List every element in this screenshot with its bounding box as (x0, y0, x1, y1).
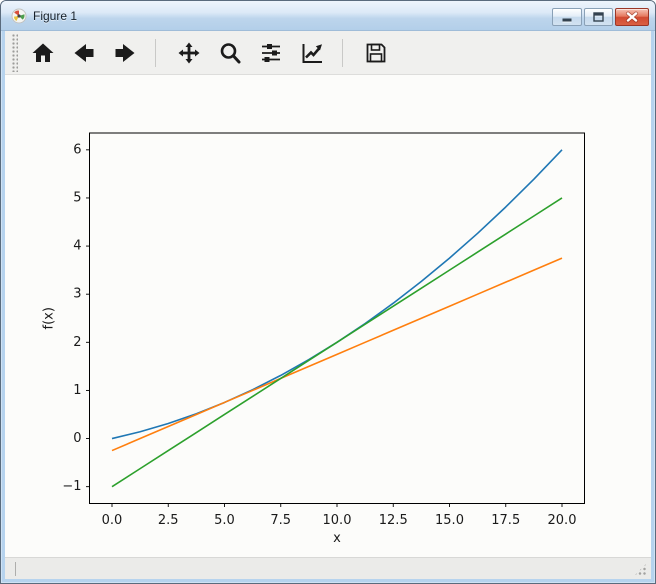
edit-plot-button[interactable] (293, 34, 331, 72)
x-tick-label: 5.0 (214, 513, 235, 528)
title-bar[interactable]: Figure 1 (1, 1, 655, 31)
x-tick-label: 12.5 (379, 513, 408, 528)
window-title: Figure 1 (33, 9, 77, 23)
x-tick-label: 10.0 (323, 513, 352, 528)
status-bar (5, 557, 651, 579)
zoom-button[interactable] (211, 34, 249, 72)
resize-grip-icon[interactable] (634, 563, 647, 576)
navigation-toolbar (5, 31, 651, 75)
sliders-icon (259, 41, 283, 65)
figure-window: Figure 1 (0, 0, 656, 584)
toolbar-separator (342, 39, 343, 67)
save-button[interactable] (357, 34, 395, 72)
status-separator (15, 562, 16, 576)
series-orange-line (112, 258, 562, 450)
pan-move-icon (177, 41, 201, 65)
y-tick-label: 2 (73, 335, 81, 350)
y-tick-label: 6 (73, 142, 81, 157)
maximize-icon (585, 9, 612, 25)
y-tick-label: 1 (73, 383, 81, 398)
x-tick-label: 20.0 (548, 513, 577, 528)
toolbar-gripper[interactable] (12, 34, 18, 72)
close-button[interactable] (615, 8, 649, 26)
x-tick-label: 0.0 (102, 513, 123, 528)
x-axis-label: x (333, 531, 341, 546)
y-tick-label: 0 (73, 431, 81, 446)
y-tick-label: 3 (73, 287, 81, 302)
y-axis-label: f(x) (42, 307, 57, 329)
home-icon (31, 41, 55, 65)
line-chart-icon (300, 41, 324, 65)
pan-button[interactable] (170, 34, 208, 72)
y-tick-label: 4 (73, 239, 81, 254)
maximize-button[interactable] (584, 8, 613, 26)
y-tick-label: 5 (73, 190, 81, 205)
magnifier-icon (218, 41, 242, 65)
series-blue-curve (112, 150, 562, 439)
back-arrow-icon (72, 41, 96, 65)
minimize-button[interactable] (552, 8, 582, 26)
toolbar-separator (155, 39, 156, 67)
configure-subplots-button[interactable] (252, 34, 290, 72)
figure-canvas[interactable]: 0.0 2.5 5.0 7.5 10.0 12.5 15.0 17.5 20.0 −1 0 1 2 3 4 5… (5, 75, 651, 557)
plot-svg: 0.0 2.5 5.0 7.5 10.0 12.5 15.0 17.5 20.0 −1 0 1 2 3 4 5… (5, 75, 651, 557)
save-floppy-icon (364, 41, 388, 65)
forward-arrow-icon (113, 41, 137, 65)
x-tick-label: 2.5 (158, 513, 179, 528)
minimize-icon (553, 9, 581, 25)
y-tick-label: −1 (62, 479, 81, 494)
x-tick-label: 15.0 (435, 513, 464, 528)
axes-spines (90, 133, 585, 504)
app-icon (11, 8, 27, 24)
forward-button[interactable] (106, 34, 144, 72)
x-tick-label: 17.5 (491, 513, 520, 528)
close-icon (616, 9, 648, 25)
series-green-line (112, 198, 562, 487)
home-button[interactable] (24, 34, 62, 72)
back-button[interactable] (65, 34, 103, 72)
x-tick-label: 7.5 (270, 513, 291, 528)
